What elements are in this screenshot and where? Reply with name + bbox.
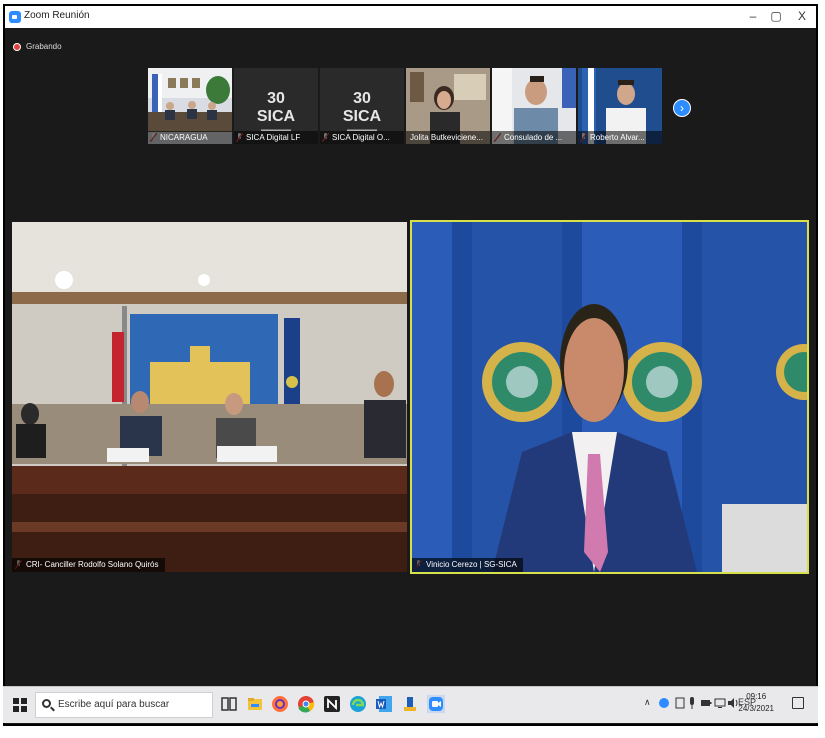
chevron-right-icon: › [680, 101, 684, 115]
participant-thumbnail-sica-digital-o[interactable]: 30 SICA ▬▬▬▬▬▬ SICA Digital O... [320, 68, 404, 144]
clock-date: 24/3/2021 [738, 704, 774, 713]
taskbar-clock[interactable]: 09:16 24/3/2021 [738, 691, 774, 715]
zoom-taskbar-icon[interactable] [427, 695, 445, 713]
recording-icon [13, 42, 21, 51]
participant-thumbnail-sica-digital-lf[interactable]: 30 SICA ▬▬▬▬▬▬ SICA Digital LF [234, 68, 318, 144]
search-placeholder: Escribe aquí para buscar [58, 699, 170, 710]
zoom-tray-icon[interactable] [658, 697, 670, 709]
file-explorer-icon[interactable] [246, 695, 264, 713]
participant-name: Vinicio Cerezo | SG-SICA [412, 558, 523, 572]
participant-thumbnail-strip: NICARAGUA 30 SICA ▬▬▬▬▬▬ SICA Digital LF… [148, 68, 662, 146]
participant-thumbnail-jolita[interactable]: Jolita Butkeviciene... [406, 68, 490, 144]
battery-icon[interactable] [700, 697, 712, 709]
recording-indicator[interactable]: Grabando [13, 42, 62, 51]
maximize-button[interactable]: ▢ [765, 9, 787, 23]
participant-name: Roberto Alvar... [578, 131, 662, 144]
video-canciller-feed [12, 222, 407, 572]
participant-name: Consulado de ... [492, 131, 576, 144]
sica-logo-text: 30 SICA [342, 90, 382, 125]
task-view-icon[interactable] [220, 695, 238, 713]
title-bar: Zoom Reunión – ▢ X [5, 6, 816, 28]
microphone-icon[interactable] [688, 697, 696, 709]
taskbar-search-box[interactable]: Escribe aquí para buscar [35, 692, 213, 718]
chevron-up-icon[interactable]: ∧ [644, 697, 651, 708]
notion-icon[interactable] [323, 695, 341, 713]
edge-icon[interactable] [349, 695, 367, 713]
participant-name: SICA Digital LF [234, 131, 318, 144]
video-tile-active-speaker[interactable]: Vinicio Cerezo | SG-SICA [410, 220, 809, 574]
recording-label: Grabando [26, 42, 62, 51]
windows-taskbar: Escribe aquí para buscar ∧ ESP 09:16 24/… [3, 686, 818, 723]
participant-name: NICARAGUA [148, 131, 232, 144]
video-cerezo-feed [412, 222, 807, 572]
notification-center-icon[interactable] [792, 697, 804, 709]
participant-thumbnail-roberto[interactable]: Roberto Alvar... [578, 68, 662, 144]
participant-name: CRI- Canciller Rodolfo Solano Quirós [12, 558, 165, 572]
participant-name: Jolita Butkeviciene... [406, 131, 490, 144]
sica-logo-text: 30 SICA [256, 90, 296, 125]
close-button[interactable]: X [791, 9, 813, 23]
zoom-app-icon [9, 11, 21, 23]
firefox-icon[interactable] [271, 695, 289, 713]
video-tile-canciller[interactable]: CRI- Canciller Rodolfo Solano Quirós [12, 222, 407, 572]
sica-30-logo: 30 SICA ▬▬▬▬▬▬ [256, 90, 296, 133]
participant-thumbnail-nicaragua[interactable]: NICARAGUA [148, 68, 232, 144]
clock-time: 09:16 [746, 692, 767, 701]
search-icon [42, 699, 51, 708]
word-icon[interactable] [375, 695, 393, 713]
tray-app-icon[interactable] [674, 697, 686, 709]
minimize-button[interactable]: – [742, 9, 764, 23]
windows-start-icon[interactable] [13, 698, 27, 712]
vpn-network-icon[interactable] [401, 695, 419, 713]
network-icon[interactable] [714, 697, 726, 709]
participant-name: SICA Digital O... [320, 131, 404, 144]
chrome-icon[interactable] [297, 695, 315, 713]
participant-thumbnail-consulado[interactable]: Consulado de ... [492, 68, 576, 144]
next-page-button[interactable]: › [673, 99, 691, 117]
sica-30-logo: 30 SICA ▬▬▬▬▬▬ [342, 90, 382, 133]
window-title: Zoom Reunión [24, 10, 90, 21]
